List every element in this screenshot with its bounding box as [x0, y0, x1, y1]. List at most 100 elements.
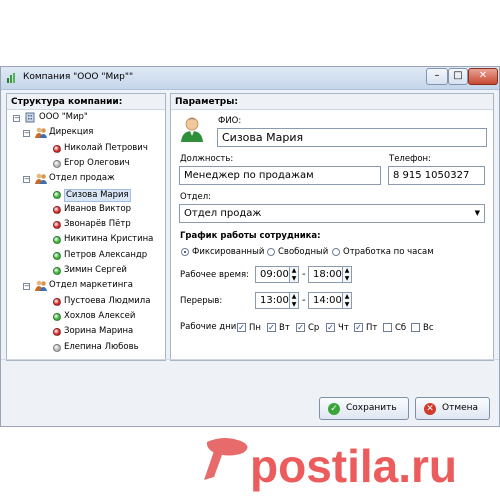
status-grey-icon — [53, 159, 61, 168]
tree-item-employee[interactable]: Сизова Мария — [64, 188, 131, 202]
tree-item-employee[interactable]: Хохлов Алексей — [64, 311, 135, 322]
break-label: Перерыв: — [180, 296, 223, 306]
maximize-button[interactable]: □ — [448, 68, 468, 85]
status-green-icon — [53, 267, 61, 275]
chart-app-icon — [7, 73, 15, 83]
fio-input[interactable]: Сизова Мария — [217, 128, 487, 147]
minimize-button[interactable]: – — [426, 68, 448, 85]
status-red-icon — [53, 221, 61, 230]
group-icon — [35, 173, 47, 187]
status-green-icon — [53, 251, 61, 260]
day-checkbox[interactable]: ✓ — [267, 323, 276, 332]
day-label: Чт — [338, 323, 349, 333]
footer-divider — [1, 359, 499, 360]
work-to-input[interactable]: 18:00 — [308, 266, 344, 283]
cancel-label: Отмена — [442, 403, 479, 413]
phone-label: Телефон: — [389, 154, 431, 164]
tree-expander-icon[interactable]: − — [23, 176, 30, 184]
building-icon — [25, 112, 35, 126]
tree-item-department[interactable]: Дирекция — [49, 127, 93, 138]
tree-item-employee[interactable]: Звонарёв Пётр — [64, 219, 131, 230]
work-from-stepper[interactable]: ▲ ▼ — [289, 266, 299, 283]
status-green-icon — [53, 190, 61, 199]
user-avatar-icon — [181, 117, 203, 142]
tree-item-department[interactable]: Отдел маркетинга — [49, 280, 133, 291]
group-icon — [35, 280, 47, 294]
tree-item-employee[interactable]: Зимин Сергей — [64, 265, 127, 276]
break-from-input[interactable]: 13:00 — [255, 292, 291, 309]
day-checkbox[interactable]: ✓ — [296, 323, 305, 332]
status-red-icon — [53, 328, 61, 337]
schedule-free-label: Свободный — [278, 247, 329, 257]
tree-item-employee[interactable]: Пустоева Людмила — [64, 296, 150, 307]
tree-item-employee[interactable]: Николай Петрович — [64, 143, 148, 154]
cancel-icon: ✕ — [424, 403, 436, 415]
tree-item-employee[interactable]: Елепина Любовь — [64, 342, 139, 353]
chevron-down-icon[interactable]: ▼ — [475, 205, 480, 222]
phone-input[interactable]: 8 915 1050327 — [388, 166, 485, 185]
tree-item-employee[interactable]: Егор Олегович — [64, 158, 130, 169]
cancel-button[interactable]: ✕ Отмена — [415, 397, 490, 420]
break-from-stepper[interactable]: ▲ ▼ — [289, 292, 299, 309]
schedule-free-radio[interactable] — [267, 248, 275, 256]
status-grey-icon — [53, 343, 61, 352]
schedule-fixed-radio[interactable] — [181, 248, 189, 256]
tree-item-department[interactable]: Отдел продаж — [49, 173, 115, 184]
checkmark-icon: ✓ — [328, 403, 340, 415]
company-window: Компания "ООО "Мир"" – □ ✕ Структура ком… — [0, 66, 500, 427]
params-heading: Параметры: — [171, 94, 493, 110]
schedule-hours-label: Отработка по часам — [343, 247, 434, 257]
close-button[interactable]: ✕ — [468, 68, 498, 85]
params-panel: Параметры: ФИО: Сизова Мария Должность: … — [170, 93, 494, 361]
day-checkbox[interactable] — [383, 323, 392, 332]
structure-panel: Структура компании: − ООО "Мир" − Дирекция Н… — [6, 93, 166, 361]
days-label: Рабочие дни: — [180, 322, 240, 332]
tree-item-company[interactable]: ООО "Мир" — [39, 112, 88, 123]
status-green-icon — [53, 312, 61, 321]
tree-item-employee[interactable]: Иванов Виктор — [64, 204, 131, 215]
day-label: Ср — [308, 323, 320, 333]
day-label: Пт — [366, 323, 378, 333]
break-to-stepper[interactable]: ▲ ▼ — [342, 292, 352, 309]
work-time-dash: - — [302, 269, 306, 280]
position-label: Должность: — [180, 154, 234, 164]
status-red-icon — [53, 205, 61, 214]
save-label: Сохранить — [346, 403, 397, 413]
tree-item-employee[interactable]: Зорина Марина — [64, 326, 133, 337]
structure-heading: Структура компании: — [7, 94, 165, 110]
dept-select-value: Отдел продаж — [184, 208, 262, 219]
position-input[interactable]: Менеджер по продажам — [179, 166, 381, 185]
tree-expander-icon[interactable]: − — [23, 130, 30, 138]
watermark-text: postila.ru — [250, 440, 457, 492]
postila-watermark: postila.ru — [204, 438, 457, 492]
tree-item-employee[interactable]: Никитина Кристина — [64, 234, 153, 245]
company-tree[interactable]: − ООО "Мир" − Дирекция Николай Петрович Егор … — [7, 112, 165, 360]
work-to-stepper[interactable]: ▲ ▼ — [342, 266, 352, 283]
work-from-input[interactable]: 09:00 — [255, 266, 291, 283]
title-bar: Компания "ООО "Мир"" – □ ✕ — [1, 67, 499, 90]
day-checkbox[interactable]: ✓ — [237, 323, 246, 332]
window-title: Компания "ООО "Мир"" — [23, 72, 134, 82]
group-icon — [35, 127, 47, 141]
day-checkbox[interactable]: ✓ — [354, 323, 363, 332]
day-label: Вс — [423, 323, 434, 333]
day-label: Вт — [279, 323, 290, 333]
day-label: Пн — [249, 323, 261, 333]
break-dash: - — [302, 295, 306, 306]
tree-expander-icon[interactable]: − — [13, 115, 20, 122]
status-red-icon — [53, 144, 61, 153]
schedule-fixed-label: Фиксированный — [192, 247, 265, 257]
save-button[interactable]: ✓ Сохранить — [319, 397, 409, 420]
dept-select[interactable]: Отдел продаж ▼ — [179, 204, 485, 223]
day-checkbox[interactable]: ✓ — [326, 323, 335, 332]
status-green-icon — [53, 236, 61, 245]
tree-expander-icon[interactable]: − — [23, 283, 30, 291]
watermark-logo-icon: postila.ru — [204, 438, 457, 492]
break-to-input[interactable]: 14:00 — [308, 292, 344, 309]
fio-label: ФИО: — [218, 116, 242, 126]
schedule-hours-radio[interactable] — [332, 248, 340, 256]
day-checkbox[interactable] — [411, 323, 420, 332]
status-red-icon — [53, 297, 61, 306]
tree-item-employee[interactable]: Петров Александр — [64, 250, 147, 261]
work-time-label: Рабочее время: — [180, 270, 249, 280]
